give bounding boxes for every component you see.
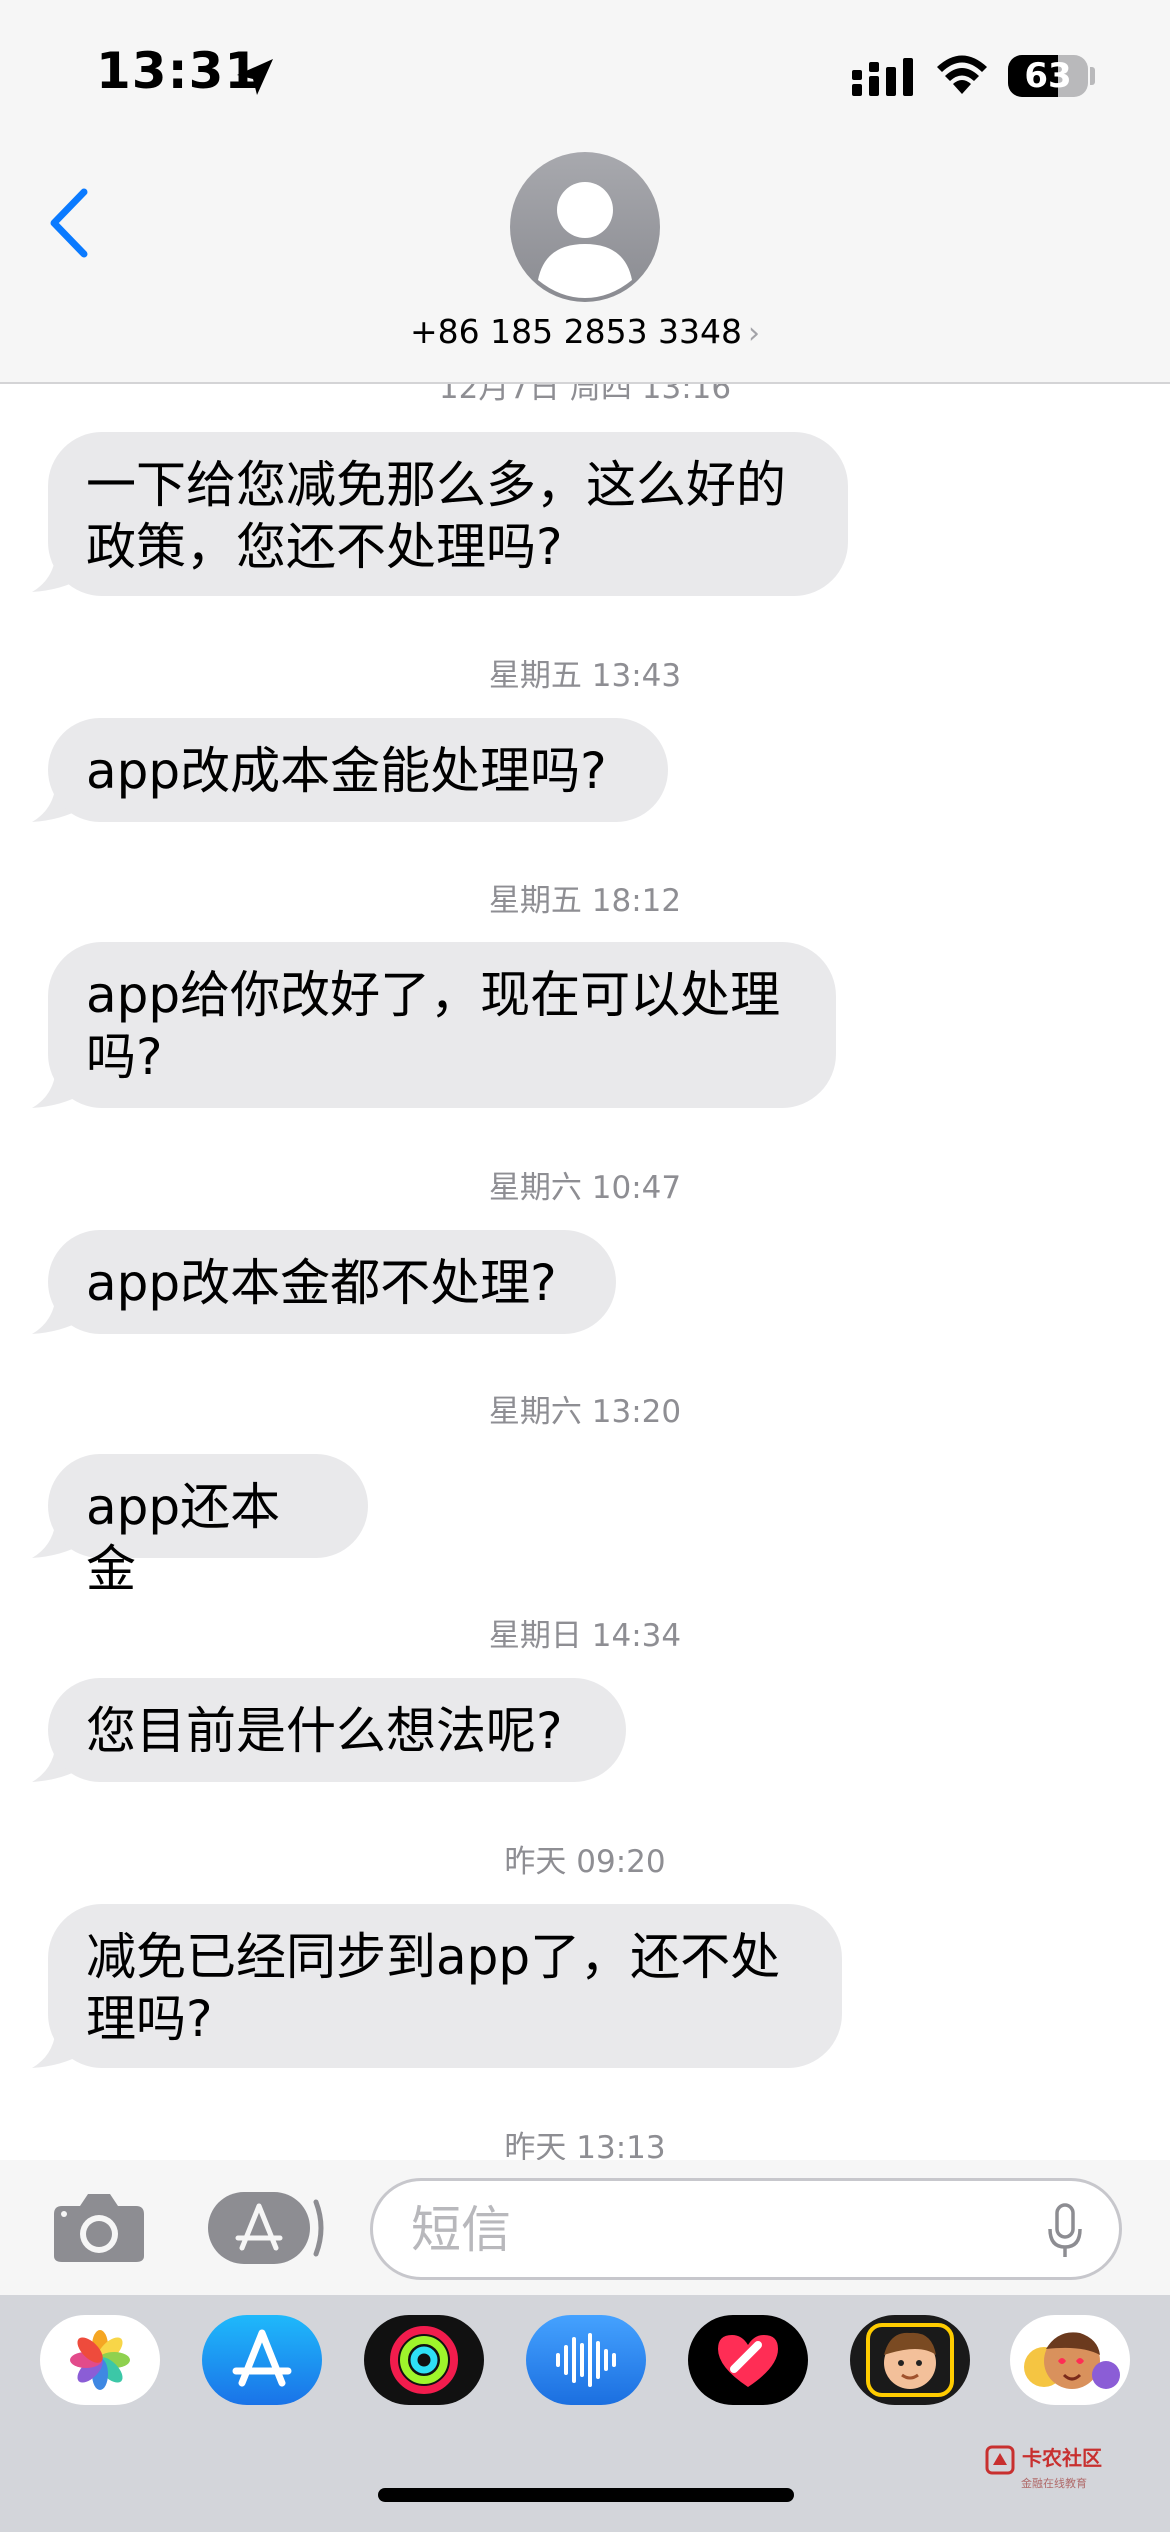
- message-timestamp: 星期五 13:43: [488, 658, 682, 694]
- message-bubble[interactable]: app改成本金能处理吗?: [48, 718, 668, 822]
- message-timestamp: 星期五 18:12: [488, 883, 682, 919]
- person-icon: [538, 182, 632, 298]
- audio-message-icon: [556, 2333, 616, 2387]
- message-timestamp: 星期日 14:34: [488, 1618, 682, 1654]
- location-arrow-icon: [237, 59, 273, 95]
- camera-icon[interactable]: [52, 2192, 146, 2264]
- message-bubble[interactable]: app还本金: [48, 1454, 368, 1598]
- app-store-button-icon[interactable]: [208, 2192, 324, 2264]
- message-bubble[interactable]: app改本金都不处理?: [48, 1230, 616, 1334]
- message-timestamp: 昨天 09:20: [504, 1844, 666, 1880]
- digital-touch-app-icon[interactable]: [688, 2315, 808, 2405]
- watermark-logo: 卡农社区 金融在线教育: [985, 2442, 1102, 2491]
- battery-indicator: 63: [1008, 55, 1088, 97]
- message-timestamp: 星期六 10:47: [488, 1170, 682, 1206]
- app-store-icon: [232, 2329, 292, 2387]
- wifi-icon: [937, 55, 987, 94]
- battery-percentage: 63: [1024, 56, 1072, 96]
- contact-number: +86 185 2853 3348: [409, 312, 743, 351]
- message-input-field[interactable]: [370, 2178, 1122, 2280]
- watermark-subtitle: 金融在线教育: [1021, 2476, 1087, 2490]
- message-bubble[interactable]: 减免已经同步到app了，还不处 理吗?: [48, 1904, 842, 2068]
- memoji-stickers-icon: [1024, 2332, 1120, 2389]
- memoji-stickers-app-icon[interactable]: [1010, 2315, 1130, 2405]
- contact-name[interactable]: +86 185 2853 3348 ›: [0, 312, 1170, 351]
- conversation-header: 13:31 63 +86 185 2853 3348 ›: [0, 0, 1170, 384]
- memoji-app-icon[interactable]: [850, 2315, 970, 2405]
- memoji-icon: [866, 2323, 954, 2397]
- chevron-right-icon: ›: [748, 316, 761, 351]
- back-chevron-icon[interactable]: [46, 188, 92, 258]
- message-timestamp: 星期六 13:20: [488, 1394, 682, 1430]
- message-input[interactable]: [409, 2199, 993, 2261]
- photos-app-icon[interactable]: [40, 2315, 160, 2405]
- home-indicator[interactable]: [378, 2488, 794, 2502]
- message-bubble[interactable]: 一下给您减免那么多，这么好的 政策，您还不处理吗?: [48, 432, 848, 596]
- digital-touch-icon: [718, 2335, 778, 2387]
- compose-bar: [0, 2160, 1170, 2295]
- message-timestamp: 昨天 13:13: [504, 2130, 666, 2160]
- cellular-signal-icon: [852, 58, 913, 96]
- battery-cap: [1090, 67, 1095, 85]
- photos-icon: [70, 2330, 130, 2390]
- message-bubble[interactable]: 您目前是什么想法呢?: [48, 1678, 626, 1782]
- microphone-icon[interactable]: [1047, 2203, 1083, 2261]
- watermark-title: 卡农社区: [1021, 2446, 1102, 2470]
- app-store-app-icon[interactable]: [202, 2315, 322, 2405]
- message-bubble[interactable]: app给你改好了，现在可以处理 吗?: [48, 942, 836, 1108]
- contact-avatar[interactable]: [510, 152, 660, 302]
- activity-icon: [390, 2326, 458, 2394]
- activity-app-icon[interactable]: [364, 2315, 484, 2405]
- watermark-icon: [985, 2445, 1015, 2474]
- audio-message-app-icon[interactable]: [526, 2315, 646, 2405]
